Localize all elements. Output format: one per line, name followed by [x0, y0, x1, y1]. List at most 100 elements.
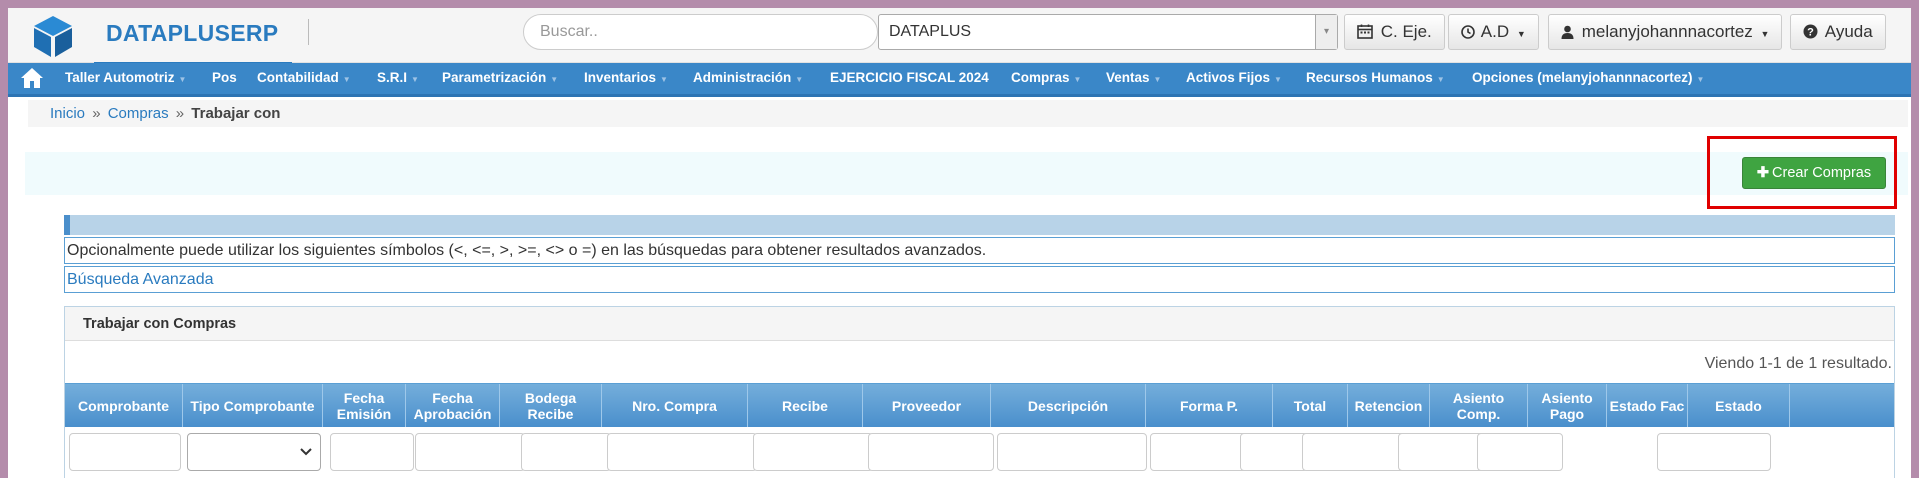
caret-down-icon: ▼ [1274, 75, 1282, 84]
filter-retencion-input[interactable] [1302, 433, 1412, 471]
nav-item[interactable]: Compras ▼ [1011, 63, 1081, 94]
exercise-button[interactable]: C. Eje. [1344, 14, 1445, 50]
column-header-fecha-emision[interactable]: Fecha Emisión [323, 384, 406, 428]
column-header-tipo-comprobante[interactable]: Tipo Comprobante [183, 384, 323, 428]
breadcrumb-separator: » [92, 105, 101, 122]
nav-item-label: EJERCICIO FISCAL 2024 [830, 70, 989, 85]
breadcrumb-current: Trabajar con [191, 105, 281, 122]
filter-asiento-pago-input[interactable] [1477, 433, 1563, 471]
column-header-recibe[interactable]: Recibe [748, 384, 863, 428]
cube-logo-icon[interactable] [30, 13, 76, 59]
user-icon [1561, 25, 1574, 39]
filter-descripcion-input[interactable] [997, 433, 1147, 471]
nav-item-label: Activos Fijos [1186, 70, 1271, 85]
column-header-descripcion[interactable]: Descripción [991, 384, 1146, 428]
grid-filter-row [65, 427, 1894, 478]
nav-item-label: Recursos Humanos [1306, 70, 1433, 85]
caret-down-icon: ▼ [178, 75, 187, 84]
clock-icon [1461, 25, 1475, 39]
filter-estado-input[interactable] [1657, 433, 1771, 471]
column-header-asiento-pago[interactable]: Asiento Pago [1528, 384, 1607, 428]
caret-down-icon: ▼ [1760, 29, 1770, 39]
caret-down-icon: ▼ [1696, 75, 1705, 84]
column-header-retencion[interactable]: Retencion [1348, 384, 1430, 428]
question-circle-icon: ? [1803, 24, 1818, 39]
nav-item-label: Compras [1011, 70, 1070, 85]
column-header-total[interactable]: Total [1273, 384, 1348, 428]
column-header-fecha-aprobacion[interactable]: Fecha Aprobación [406, 384, 500, 428]
create-button-label: Crear Compras [1772, 165, 1872, 181]
filter-recibe-input[interactable] [753, 433, 873, 471]
nav-item[interactable]: Taller Automotriz ▼ [65, 63, 186, 94]
filter-tipo-comprobante-select[interactable] [187, 433, 321, 471]
filter-comprobante-input[interactable] [69, 433, 181, 471]
filter-fecha-aprobacion-input[interactable] [415, 433, 525, 471]
nav-item[interactable]: Parametrización ▼ [442, 63, 558, 94]
caret-down-icon: ▼ [1153, 75, 1162, 84]
column-header-forma-pago[interactable]: Forma P. [1146, 384, 1273, 428]
nav-item-label: Contabilidad [257, 70, 339, 85]
search-input[interactable] [523, 14, 878, 50]
nav-item[interactable]: Ventas ▼ [1106, 63, 1161, 94]
breadcrumb: Inicio » Compras » Trabajar con [28, 100, 1908, 127]
caret-down-icon: ▼ [342, 75, 351, 84]
nav-item[interactable]: Activos Fijos ▼ [1186, 63, 1282, 94]
nav-item[interactable]: EJERCICIO FISCAL 2024 [830, 63, 989, 94]
search-hint-text: Opcionalmente puede utilizar los siguien… [64, 237, 1895, 264]
nav-item[interactable]: Pos [212, 63, 237, 94]
company-select[interactable]: DATAPLUS ▾ [878, 14, 1338, 50]
caret-down-icon: ▼ [795, 75, 804, 84]
user-dropdown-button[interactable]: melanyjohannnacortez ▼ [1548, 14, 1783, 50]
column-header-estado-fac[interactable]: Estado Fac [1607, 384, 1688, 428]
nav-item[interactable]: Recursos Humanos ▼ [1306, 63, 1445, 94]
filter-proveedor-input[interactable] [868, 433, 994, 471]
company-select-arrow-icon[interactable]: ▾ [1315, 15, 1337, 49]
nav-item[interactable]: S.R.I ▼ [377, 63, 419, 94]
breadcrumb-home-link[interactable]: Inicio [50, 105, 85, 122]
column-header-asiento-comp[interactable]: Asiento Comp. [1430, 384, 1528, 428]
nav-item-label: S.R.I [377, 70, 408, 85]
plus-icon: ✚ [1756, 165, 1770, 181]
caret-down-icon: ▼ [550, 75, 559, 84]
exercise-button-label: C. Eje. [1380, 22, 1432, 41]
caret-down-icon: ▼ [411, 75, 419, 84]
main-nav: Taller Automotriz ▼ Pos Contabilidad ▼ S.R.I ▼… [8, 63, 1911, 97]
breadcrumb-section-link[interactable]: Compras [108, 105, 169, 122]
brand-name[interactable]: DATAPLUSERP [94, 18, 293, 64]
help-button[interactable]: ? Ayuda [1790, 14, 1886, 50]
filter-nro-compra-input[interactable] [607, 433, 757, 471]
nav-item[interactable]: Administración ▼ [693, 63, 803, 94]
ad-dropdown-button[interactable]: A.D ▼ [1448, 14, 1539, 50]
nav-item[interactable]: Contabilidad ▼ [257, 63, 351, 94]
nav-item-label: Taller Automotriz [65, 70, 175, 85]
advanced-search-link[interactable]: Búsqueda Avanzada [64, 266, 1895, 293]
caret-down-icon: ▼ [1436, 75, 1445, 84]
ad-button-label: A.D [1480, 22, 1510, 41]
column-header-nro-compra[interactable]: Nro. Compra [602, 384, 748, 428]
info-strip [64, 215, 1895, 235]
chevron-down-icon [300, 448, 312, 456]
company-select-value: DATAPLUS [889, 23, 972, 40]
action-bar [25, 152, 1908, 195]
column-header-comprobante[interactable]: Comprobante [65, 384, 183, 428]
column-header-bodega-recibe[interactable]: Bodega Recibe [500, 384, 602, 428]
results-summary: Viendo 1-1 de 1 resultado. [1704, 355, 1892, 372]
help-button-label: Ayuda [1824, 22, 1873, 41]
nav-item[interactable]: Opciones (melanyjohannnacortez) ▼ [1472, 63, 1704, 94]
filter-bodega-recibe-input[interactable] [521, 433, 611, 471]
nav-item-label: Parametrización [442, 70, 547, 85]
create-purchase-button[interactable]: ✚ Crear Compras [1742, 157, 1886, 189]
nav-item[interactable]: Inventarios ▼ [584, 63, 668, 94]
column-header-proveedor[interactable]: Proveedor [863, 384, 991, 428]
breadcrumb-separator: » [175, 105, 185, 122]
filter-total-input[interactable] [1240, 433, 1308, 471]
user-button-label: melanyjohannnacortez [1581, 22, 1753, 41]
column-header-estado[interactable]: Estado [1688, 384, 1790, 428]
top-header: DATAPLUSERP DATAPLUS ▾ C. Eje. A.D ▼ mel… [8, 8, 1911, 64]
filter-fecha-emision-input[interactable] [330, 433, 414, 471]
home-icon[interactable] [20, 67, 44, 89]
filter-asiento-comp-input[interactable] [1398, 433, 1488, 471]
grid-panel-title: Trabajar con Compras [65, 307, 1894, 341]
caret-down-icon: ▼ [1073, 75, 1082, 84]
nav-item-label: Inventarios [584, 70, 657, 85]
